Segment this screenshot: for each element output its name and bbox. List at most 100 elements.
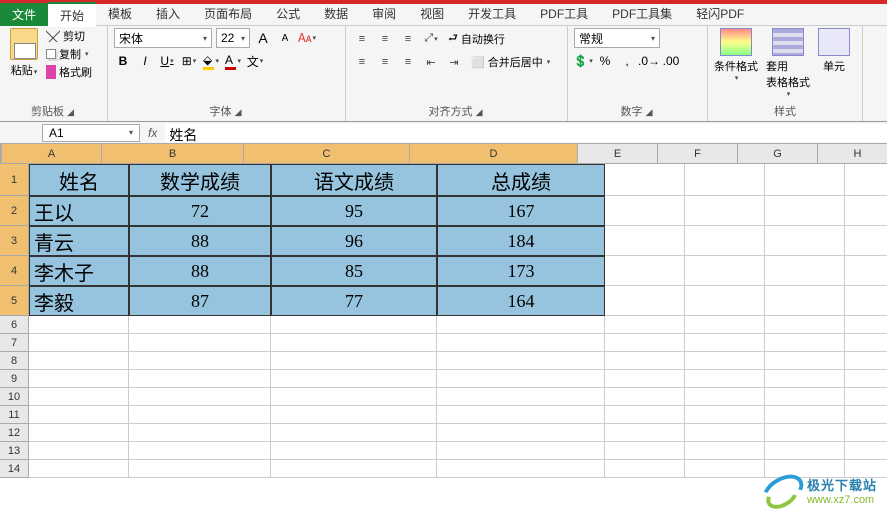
menu-tab-3[interactable]: 页面布局 bbox=[192, 2, 264, 27]
decrease-font-button[interactable]: A bbox=[276, 29, 294, 47]
cell[interactable] bbox=[437, 370, 605, 388]
cell[interactable] bbox=[765, 334, 845, 352]
cell[interactable] bbox=[437, 460, 605, 478]
row-header[interactable]: 2 bbox=[0, 196, 29, 226]
cell[interactable] bbox=[685, 352, 765, 370]
cell[interactable]: 164 bbox=[437, 286, 605, 316]
cell[interactable] bbox=[605, 286, 685, 316]
indent-dec-button[interactable]: ⇤ bbox=[421, 53, 441, 71]
column-header[interactable]: F bbox=[658, 144, 738, 164]
menu-tab-2[interactable]: 插入 bbox=[144, 2, 192, 27]
cell[interactable] bbox=[765, 370, 845, 388]
cell[interactable]: 85 bbox=[271, 256, 437, 286]
cell[interactable] bbox=[129, 316, 271, 334]
cell[interactable] bbox=[29, 424, 129, 442]
wrap-text-button[interactable]: ⮐自动换行 bbox=[444, 28, 509, 49]
file-menu[interactable]: 文件 bbox=[0, 3, 48, 26]
cell[interactable]: 总成绩 bbox=[437, 164, 605, 196]
indent-inc-button[interactable]: ⇥ bbox=[444, 53, 464, 71]
cell[interactable] bbox=[129, 334, 271, 352]
row-header[interactable]: 7 bbox=[0, 334, 29, 352]
cell[interactable] bbox=[765, 286, 845, 316]
conditional-format-button[interactable]: 条件格式▾ bbox=[714, 28, 758, 98]
cell[interactable] bbox=[605, 164, 685, 196]
menu-tab-5[interactable]: 数据 bbox=[312, 2, 360, 27]
cell[interactable] bbox=[271, 352, 437, 370]
cell[interactable] bbox=[685, 460, 765, 478]
row-header[interactable]: 1 bbox=[0, 164, 29, 196]
align-top-button[interactable]: ≡ bbox=[352, 30, 372, 48]
cell[interactable]: 167 bbox=[437, 196, 605, 226]
cell[interactable]: 语文成绩 bbox=[271, 164, 437, 196]
cell[interactable] bbox=[765, 406, 845, 424]
cell[interactable] bbox=[129, 370, 271, 388]
cell[interactable] bbox=[437, 406, 605, 424]
cell-style-button[interactable]: 单元 bbox=[818, 28, 850, 98]
cell[interactable] bbox=[29, 334, 129, 352]
column-header[interactable]: H bbox=[818, 144, 887, 164]
cell[interactable] bbox=[129, 442, 271, 460]
bold-button[interactable]: B bbox=[114, 52, 132, 70]
column-header[interactable]: D bbox=[410, 144, 578, 164]
cell[interactable] bbox=[29, 316, 129, 334]
cell[interactable] bbox=[129, 388, 271, 406]
italic-button[interactable]: I bbox=[136, 52, 154, 70]
column-header[interactable]: E bbox=[578, 144, 658, 164]
row-header[interactable]: 8 bbox=[0, 352, 29, 370]
row-header[interactable]: 10 bbox=[0, 388, 29, 406]
cell[interactable] bbox=[605, 388, 685, 406]
cell[interactable] bbox=[271, 442, 437, 460]
cell[interactable] bbox=[685, 424, 765, 442]
cell[interactable]: 姓名 bbox=[29, 164, 129, 196]
cell[interactable] bbox=[605, 442, 685, 460]
cell[interactable] bbox=[29, 352, 129, 370]
align-right-button[interactable]: ≡ bbox=[398, 53, 418, 71]
orientation-button[interactable]: ⤢▾ bbox=[421, 30, 441, 48]
dialog-launcher-icon[interactable]: ◢ bbox=[67, 107, 76, 117]
cell[interactable] bbox=[605, 196, 685, 226]
column-header[interactable]: G bbox=[738, 144, 818, 164]
cell[interactable] bbox=[29, 370, 129, 388]
cell[interactable] bbox=[605, 406, 685, 424]
align-bottom-button[interactable]: ≡ bbox=[398, 30, 418, 48]
row-header[interactable]: 13 bbox=[0, 442, 29, 460]
cell[interactable]: 王以 bbox=[29, 196, 129, 226]
menu-tab-0[interactable]: 开始 bbox=[48, 2, 96, 27]
cell[interactable] bbox=[685, 442, 765, 460]
column-header[interactable]: A bbox=[2, 144, 102, 164]
cell[interactable] bbox=[437, 352, 605, 370]
decrease-decimal-button[interactable]: .00 bbox=[662, 52, 680, 70]
comma-button[interactable]: , bbox=[618, 52, 636, 70]
menu-tab-4[interactable]: 公式 bbox=[264, 2, 312, 27]
cell[interactable] bbox=[845, 370, 887, 388]
row-header[interactable]: 3 bbox=[0, 226, 29, 256]
cell[interactable]: 77 bbox=[271, 286, 437, 316]
cell[interactable] bbox=[129, 424, 271, 442]
cell[interactable]: 95 bbox=[271, 196, 437, 226]
cell[interactable] bbox=[845, 334, 887, 352]
align-middle-button[interactable]: ≡ bbox=[375, 30, 395, 48]
font-color-button[interactable]: A▾ bbox=[224, 52, 242, 70]
cell[interactable] bbox=[845, 406, 887, 424]
cell[interactable]: 数学成绩 bbox=[129, 164, 271, 196]
cell[interactable] bbox=[845, 442, 887, 460]
cell[interactable] bbox=[271, 388, 437, 406]
cell[interactable] bbox=[605, 226, 685, 256]
cell[interactable] bbox=[685, 256, 765, 286]
cut-button[interactable]: 剪切 bbox=[46, 28, 92, 44]
underline-button[interactable]: U▾ bbox=[158, 52, 176, 70]
column-header[interactable]: B bbox=[102, 144, 244, 164]
fx-icon[interactable]: fx bbox=[148, 126, 157, 140]
cell[interactable] bbox=[845, 286, 887, 316]
font-size-combo[interactable]: 22▾ bbox=[216, 28, 250, 48]
cell[interactable] bbox=[685, 316, 765, 334]
cell[interactable] bbox=[29, 388, 129, 406]
cell[interactable] bbox=[685, 286, 765, 316]
cell[interactable] bbox=[605, 316, 685, 334]
cell[interactable] bbox=[605, 424, 685, 442]
dialog-launcher-icon[interactable]: ◢ bbox=[476, 107, 485, 117]
cell[interactable] bbox=[845, 164, 887, 196]
cell[interactable] bbox=[765, 352, 845, 370]
cell[interactable] bbox=[129, 406, 271, 424]
cell[interactable] bbox=[765, 196, 845, 226]
